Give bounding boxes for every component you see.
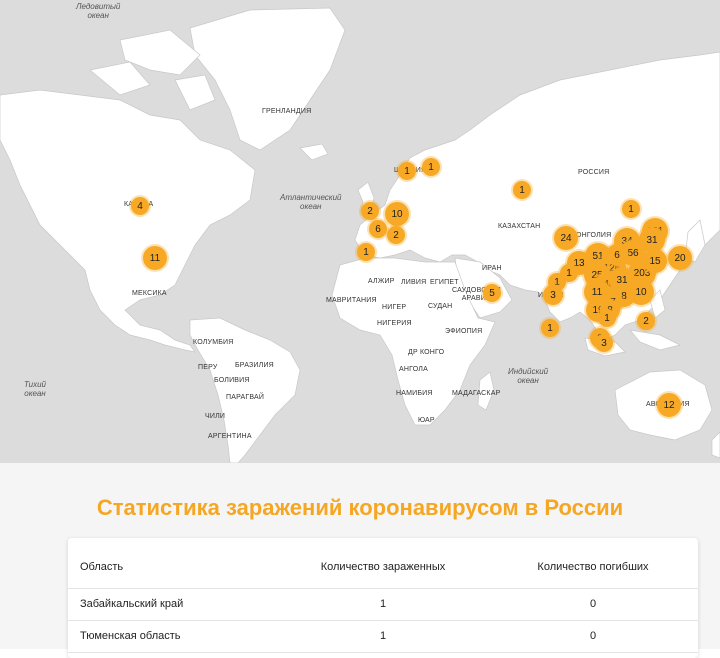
country-label-peru: ПЕРУ (198, 364, 218, 371)
map-marker[interactable]: 1 (622, 200, 640, 218)
map-marker[interactable]: 24 (554, 226, 578, 250)
stats-title: Статистика заражений коронавирусом в Рос… (96, 495, 624, 520)
header-infected: Количество зараженных (320, 561, 446, 573)
ocean-label-pacific: Тихий океан (24, 380, 46, 398)
map-marker[interactable]: 1 (598, 309, 616, 327)
country-label-sa: ЮАР (418, 417, 435, 424)
country-label-russia: РОССИЯ (578, 169, 610, 176)
cell-deaths: 0 (589, 598, 597, 610)
country-label-mexico: МЕКСИКА (132, 290, 167, 297)
country-label-sudan: СУДАН (428, 303, 453, 310)
map-marker[interactable]: 1 (357, 243, 375, 261)
ocean-label-atlantic: Атлантический океан (280, 193, 342, 211)
map-marker[interactable]: 12 (657, 393, 681, 417)
stats-table: Область Количество зараженных Количество… (68, 538, 698, 658)
map-marker[interactable]: 1 (422, 158, 440, 176)
country-label-mauritania: МАВРИТАНИЯ (326, 297, 377, 304)
cell-region: Забайкальский край (80, 598, 184, 610)
country-label-niger: НИГЕР (382, 304, 407, 311)
country-label-namibia: НАМИБИЯ (396, 390, 433, 397)
cell-infected: 1 (379, 598, 387, 610)
ocean-label-arctic: Ледовитый океан (76, 2, 121, 20)
country-label-nigeria: НИГЕРИЯ (377, 320, 412, 327)
map-marker[interactable]: 5 (483, 284, 501, 302)
country-label-argentina: АРГЕНТИНА (208, 433, 252, 440)
map-marker[interactable]: 6 (369, 220, 387, 238)
country-label-angola: АНГОЛА (399, 366, 428, 373)
cell-infected: 1 (379, 630, 387, 642)
country-label-ethiopia: ЭФИОПИЯ (445, 328, 483, 335)
country-label-brazil: БРАЗИЛИЯ (235, 362, 274, 369)
country-label-drc: ДР КОНГО (408, 349, 445, 356)
table-row: Тюменская область 1 0 (68, 620, 698, 653)
map-marker[interactable]: 2 (637, 312, 655, 330)
country-label-chile: ЧИЛИ (205, 413, 226, 420)
country-label-bolivia: БОЛИВИЯ (214, 377, 250, 384)
cell-region: Тюменская область (80, 630, 181, 642)
country-label-greenland: ГРЕНЛАНДИЯ (262, 108, 312, 115)
country-label-paraguay: ПАРАГВАЙ (226, 394, 265, 401)
map-marker[interactable]: 3 (543, 285, 563, 305)
map-marker[interactable]: 6 (606, 244, 628, 266)
table-header-row: Область Количество зараженных Количество… (68, 546, 698, 589)
map-marker[interactable]: 1 (398, 162, 416, 180)
map-marker[interactable]: 2 (387, 226, 405, 244)
country-label-algeria: АЛЖИР (368, 278, 395, 285)
map-marker[interactable]: 10 (385, 202, 409, 226)
map-marker[interactable]: 10 (628, 279, 654, 305)
country-label-libya: ЛИВИЯ (401, 279, 427, 286)
map-marker[interactable]: 11 (143, 246, 167, 270)
country-label-egypt: ЕГИПЕТ (430, 279, 459, 286)
map-land (0, 7, 720, 463)
country-label-kazakhstan: КАЗАХСТАН (498, 223, 541, 230)
world-map[interactable]: Ледовитый океан Атлантический океан Тихи… (0, 0, 720, 463)
cell-deaths: 0 (589, 630, 597, 642)
map-marker[interactable]: 4 (131, 197, 149, 215)
map-marker[interactable]: 3 (595, 334, 613, 352)
ocean-label-indian: Индийский океан (508, 367, 549, 385)
map-marker[interactable]: 2 (361, 202, 379, 220)
map-marker[interactable]: 1 (541, 319, 559, 337)
country-label-iran: ИРАН (482, 265, 502, 272)
map-marker[interactable]: 1 (513, 181, 531, 199)
map-marker[interactable]: 15 (643, 249, 667, 273)
country-label-colombia: КОЛУМБИЯ (193, 339, 234, 346)
header-deaths: Количество погибших (537, 561, 649, 573)
header-region: Область (80, 561, 124, 573)
map-marker[interactable]: 20 (668, 246, 692, 270)
country-label-madagascar: МАДАГАСКАР (452, 390, 501, 397)
table-row: Забайкальский край 1 0 (68, 588, 698, 621)
